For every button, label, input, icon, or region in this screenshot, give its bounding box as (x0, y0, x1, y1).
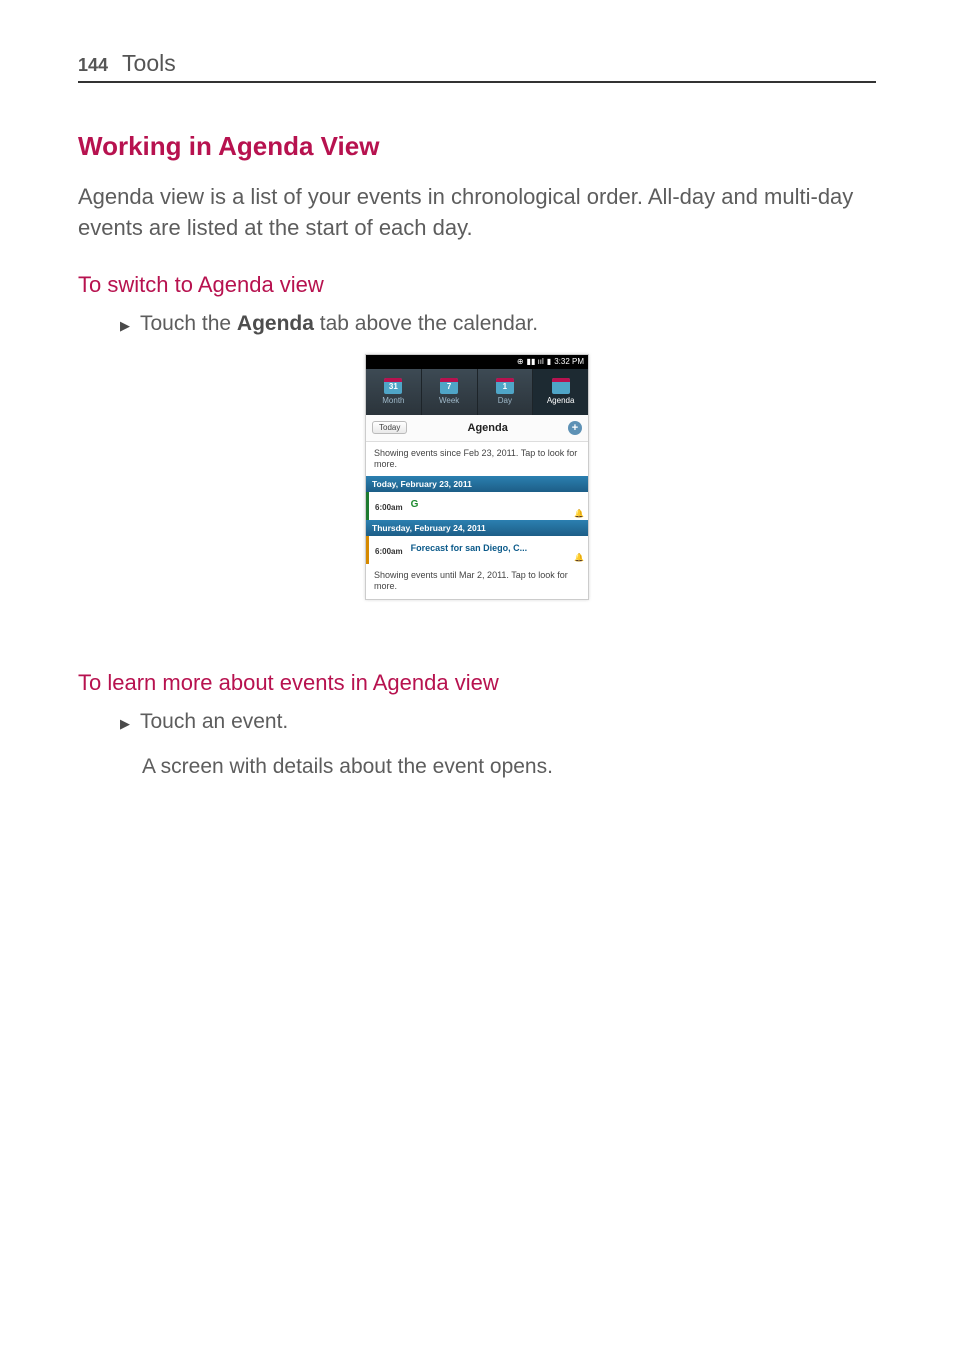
signal-icon: ▮▮ ııl (527, 357, 544, 366)
scroll-top-note[interactable]: Showing events since Feb 23, 2011. Tap t… (366, 442, 588, 477)
agenda-toolbar: Today Agenda + (366, 415, 588, 442)
tab-week[interactable]: 7 Week (422, 369, 478, 415)
day-header-2: Thursday, February 24, 2011 (366, 520, 588, 536)
event-time: 6:00am (375, 503, 403, 512)
today-button[interactable]: Today (372, 421, 407, 434)
scroll-bottom-note[interactable]: Showing events until Mar 2, 2011. Tap to… (366, 564, 588, 599)
phone-screenshot: ⊕ ▮▮ ııl ▮ 3:32 PM 31 Month 7 Week 1 Day… (365, 354, 589, 600)
calendar-icon: 31 (384, 378, 402, 394)
status-time: 3:32 PM (554, 357, 584, 366)
toolbar-title: Agenda (468, 422, 508, 434)
page-number: 144 (78, 55, 108, 76)
status-bar: ⊕ ▮▮ ııl ▮ 3:32 PM (366, 355, 588, 369)
reminder-icon: 🔔 (574, 553, 584, 562)
instruction-2-text: Touch an event. (140, 710, 876, 734)
instruction-1: ▶ Touch the Agenda tab above the calenda… (120, 312, 876, 336)
day-header-1: Today, February 23, 2011 (366, 476, 588, 492)
event-title: G (411, 499, 419, 510)
tab-label: Month (382, 396, 404, 405)
event-time: 6:00am (375, 547, 403, 556)
instruction-2: ▶ Touch an event. (120, 710, 876, 734)
instruction-1-bold: Agenda (237, 312, 314, 335)
event-row[interactable]: 6:00am Forecast for san Diego, C... 🔔 (366, 536, 588, 564)
intro-paragraph: Agenda view is a list of your events in … (78, 182, 876, 244)
event-title: Forecast for san Diego, C... (411, 543, 528, 553)
triangle-bullet-icon: ▶ (120, 318, 130, 334)
instruction-1-pre: Touch the (140, 312, 237, 335)
subsection-heading-2: To learn more about events in Agenda vie… (78, 670, 876, 696)
instruction-1-post: tab above the calendar. (314, 312, 538, 335)
instruction-1-text: Touch the Agenda tab above the calendar. (140, 312, 876, 336)
tab-agenda[interactable]: Agenda (533, 369, 588, 415)
chapter-title: Tools (122, 50, 176, 77)
event-row[interactable]: 6:00am G 🔔 (366, 492, 588, 520)
tab-label: Day (498, 396, 512, 405)
subsection-heading-1: To switch to Agenda view (78, 272, 876, 298)
agenda-icon (552, 378, 570, 394)
instruction-2-detail: A screen with details about the event op… (142, 755, 876, 779)
battery-icon: ▮ (547, 357, 551, 366)
tab-month[interactable]: 31 Month (366, 369, 422, 415)
view-tabs: 31 Month 7 Week 1 Day Agenda (366, 369, 588, 415)
page: 144 Tools Working in Agenda View Agenda … (0, 0, 954, 1372)
triangle-bullet-icon: ▶ (120, 716, 130, 732)
sync-icon: ⊕ (517, 357, 524, 366)
calendar-icon: 7 (440, 378, 458, 394)
tab-label: Agenda (547, 396, 575, 405)
tab-label: Week (439, 396, 459, 405)
page-header: 144 Tools (78, 50, 876, 83)
calendar-icon: 1 (496, 378, 514, 394)
reminder-icon: 🔔 (574, 509, 584, 518)
tab-day[interactable]: 1 Day (478, 369, 534, 415)
section-heading: Working in Agenda View (78, 131, 876, 162)
add-event-button[interactable]: + (568, 421, 582, 435)
